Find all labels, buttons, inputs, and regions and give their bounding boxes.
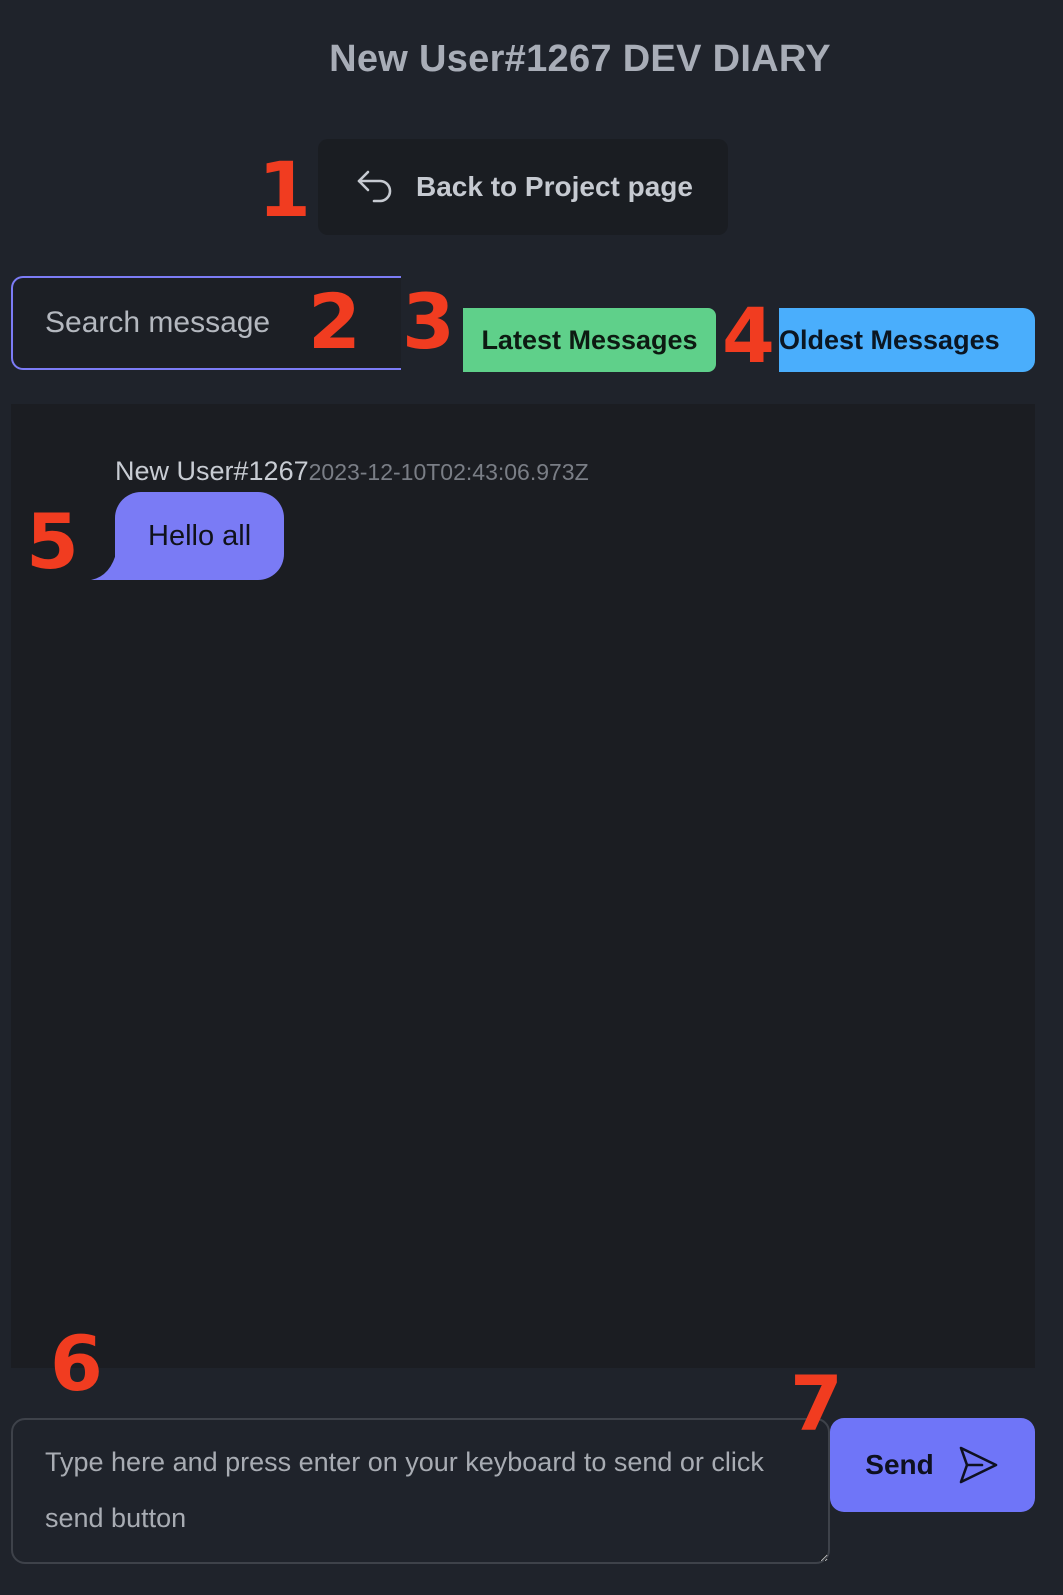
message-header: New User#12672023-12-10T02:43:06.973Z [115, 456, 589, 487]
send-button[interactable]: Send [830, 1418, 1035, 1512]
message-bubble: Hello all [115, 492, 285, 580]
annotation-6: 6 [50, 1319, 103, 1408]
message-timestamp: 2023-12-10T02:43:06.973Z [308, 459, 589, 485]
annotation-1: 1 [258, 145, 311, 234]
message-text: Hello all [148, 519, 252, 552]
message-composer-input[interactable] [11, 1418, 830, 1564]
latest-messages-button[interactable]: Latest Messages [463, 308, 716, 372]
annotation-5: 5 [26, 497, 79, 586]
back-to-project-button[interactable]: Back to Project page [318, 139, 728, 235]
send-icon [956, 1443, 1000, 1487]
message-author: New User#1267 [115, 456, 309, 486]
send-button-label: Send [865, 1449, 934, 1480]
oldest-messages-button[interactable]: Oldest Messages [779, 308, 1035, 372]
annotation-2: 2 [308, 277, 361, 366]
page-title: New User#1267 DEV DIARY [329, 38, 831, 80]
undo-arrow-icon [354, 166, 396, 208]
chat-messages-area[interactable]: New User#12672023-12-10T02:43:06.973Z He… [11, 404, 1035, 1368]
annotation-4: 4 [722, 291, 775, 380]
annotation-3: 3 [402, 277, 455, 366]
back-button-label: Back to Project page [416, 171, 693, 202]
